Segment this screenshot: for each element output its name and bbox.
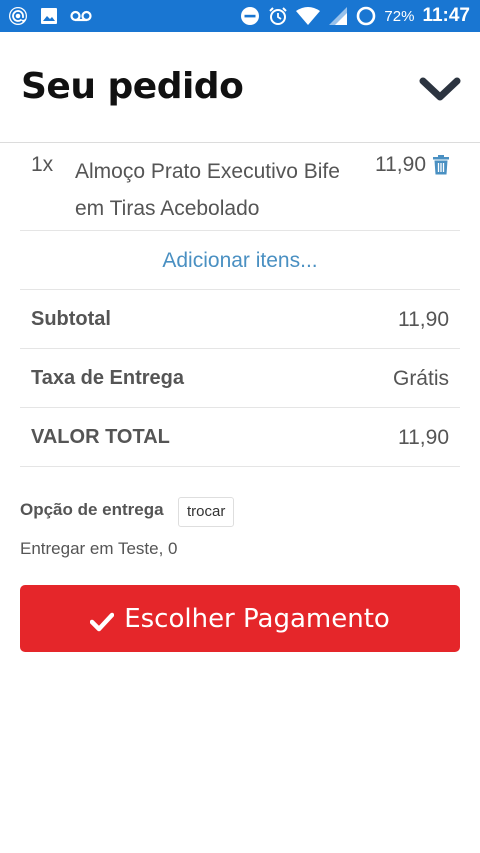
choose-payment-label: Escolher Pagamento (124, 603, 390, 634)
wifi-icon (296, 7, 321, 25)
delivery-option-label: Opção de entrega (20, 500, 164, 519)
order-header: Seu pedido (0, 32, 480, 143)
add-items-link[interactable]: Adicionar itens... (20, 231, 460, 290)
trash-icon[interactable] (432, 155, 450, 175)
order-item-row: 1x Almoço Prato Executivo Bife em Tiras … (20, 143, 460, 231)
delivery-fee-label: Taxa de Entrega (31, 367, 185, 389)
battery-percentage: 72% (384, 7, 415, 25)
voicemail-icon (70, 9, 92, 23)
check-icon (89, 609, 115, 631)
item-name: Almoço Prato Executivo Bife em Tiras Ace… (75, 160, 340, 220)
item-quantity: 1x (31, 153, 54, 176)
subtotal-row: Subtotal 11,90 (20, 290, 460, 349)
total-row: VALOR TOTAL 11,90 (20, 408, 460, 467)
alarm-icon (268, 6, 288, 26)
delivery-fee-value: Grátis (392, 367, 449, 390)
item-price: 11,90 (375, 153, 426, 176)
do-not-disturb-icon (240, 6, 260, 26)
delivery-address: Entregar em Teste, 0 (20, 539, 178, 558)
at-notification-icon (8, 6, 28, 26)
image-icon (40, 7, 58, 25)
clock: 11:47 (422, 5, 470, 26)
battery-icon (356, 6, 376, 26)
choose-payment-button[interactable]: Escolher Pagamento (20, 585, 460, 652)
total-label: VALOR TOTAL (31, 426, 170, 448)
status-bar: 72% 11:47 (0, 0, 480, 32)
subtotal-label: Subtotal (31, 308, 111, 330)
swap-delivery-button[interactable]: trocar (178, 497, 235, 527)
subtotal-value: 11,90 (398, 308, 449, 331)
page-title: Seu pedido (21, 66, 244, 107)
signal-icon (328, 6, 348, 26)
total-value: 11,90 (398, 426, 449, 449)
chevron-down-icon[interactable] (418, 76, 462, 104)
delivery-fee-row: Taxa de Entrega Grátis (20, 349, 460, 408)
